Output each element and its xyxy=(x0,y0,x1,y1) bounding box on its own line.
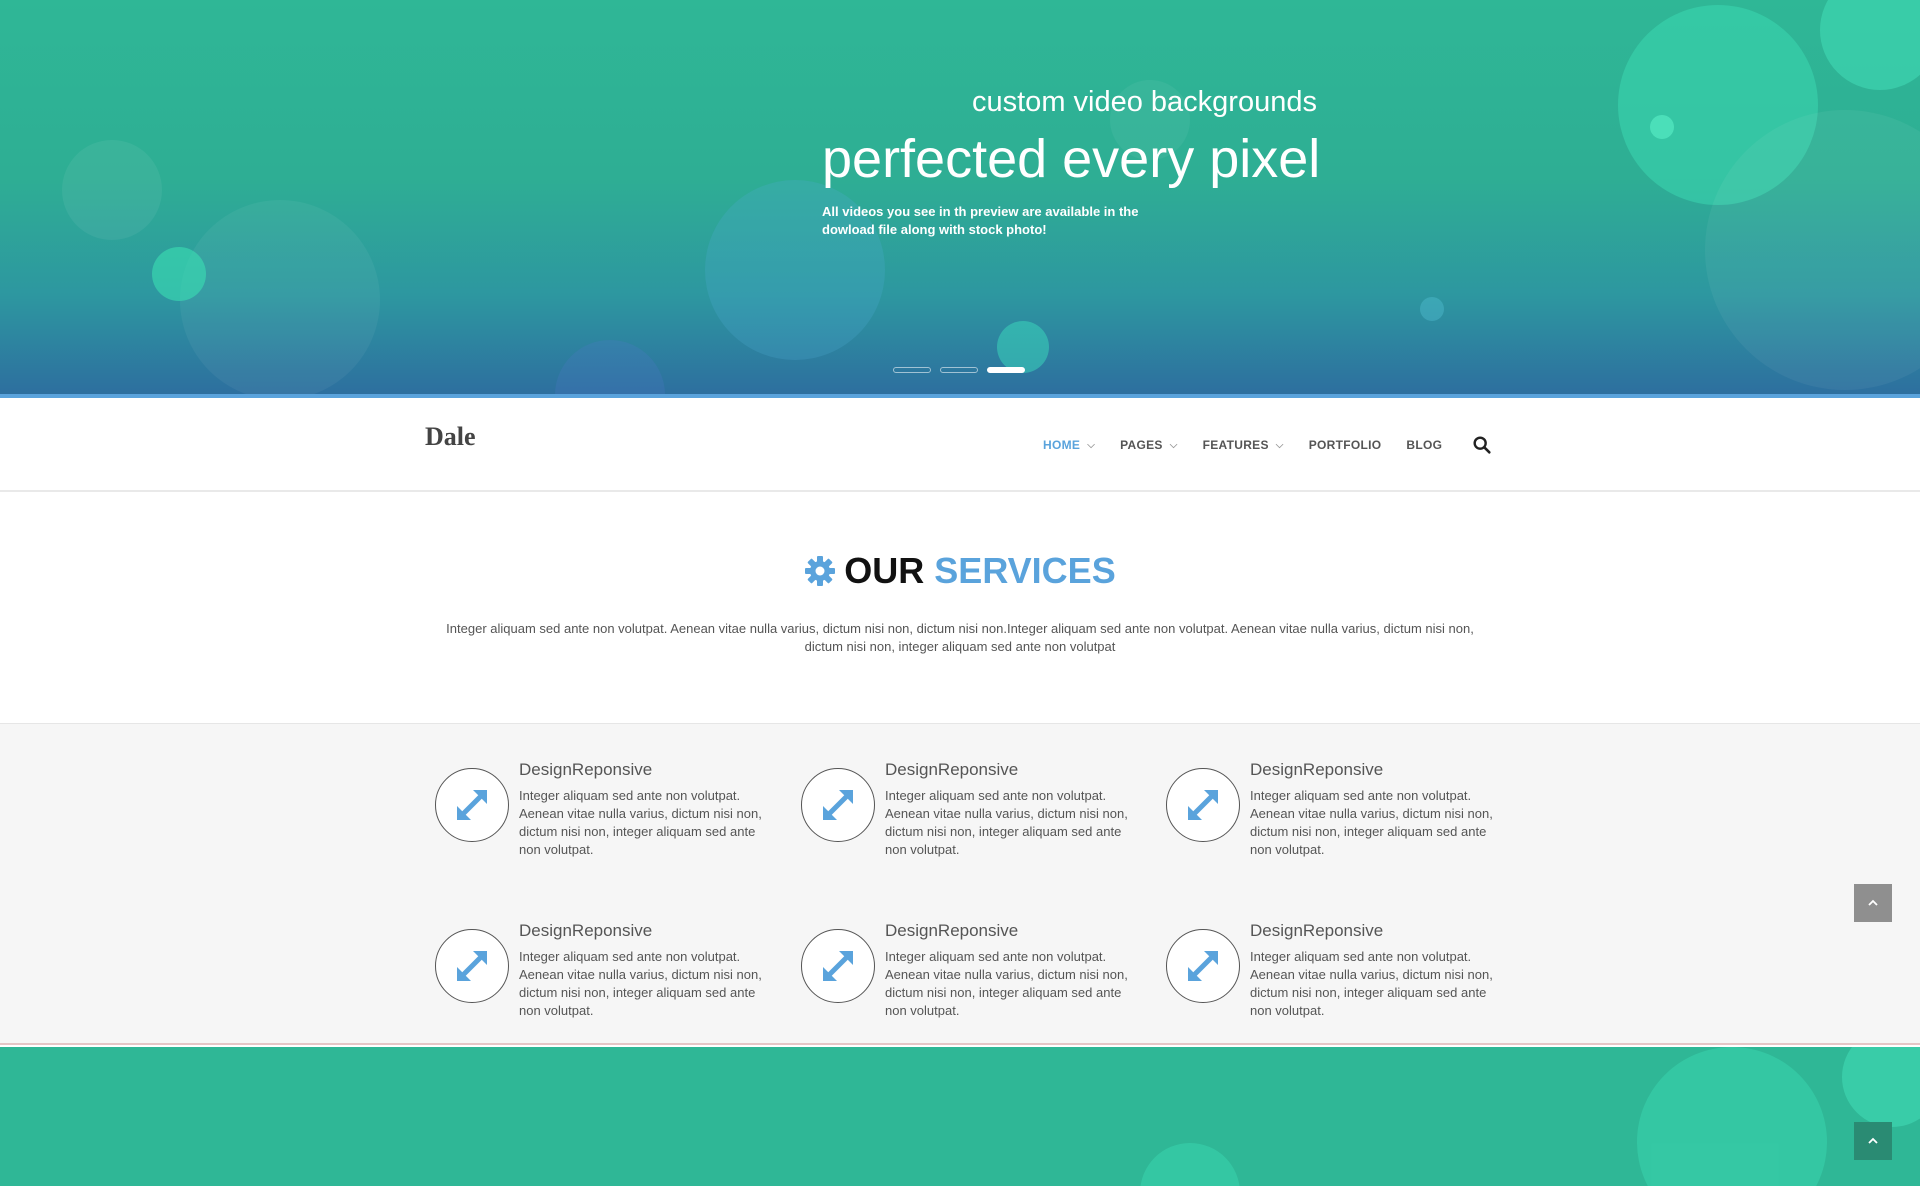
nav-item-label: PORTFOLIO xyxy=(1308,438,1382,452)
service-icon-circle[interactable] xyxy=(801,768,875,842)
service-text: Integer aliquam sed ante non volutpat. A… xyxy=(1250,788,1493,857)
scroll-to-top-button[interactable] xyxy=(1854,884,1892,922)
bokeh-circle xyxy=(1420,297,1444,321)
gear-icon xyxy=(805,556,836,586)
bokeh-circle xyxy=(1650,115,1674,139)
service-icon-circle[interactable] xyxy=(435,929,509,1003)
bokeh-circle xyxy=(180,200,380,394)
hero-subtitle: custom video backgrounds xyxy=(972,86,1317,118)
slider-dot-active[interactable] xyxy=(987,367,1025,373)
service-text: Integer aliquam sed ante non volutpat. A… xyxy=(519,949,762,1018)
slider-dot[interactable] xyxy=(940,367,978,373)
chevron-down-icon: ⌵ xyxy=(1087,439,1096,451)
hero-title: perfected every pixel xyxy=(822,129,1321,189)
expand-arrows-icon xyxy=(823,951,853,981)
bokeh-circle xyxy=(997,321,1049,373)
service-title: DesignReponsive xyxy=(1250,760,1384,779)
search-icon[interactable] xyxy=(1471,434,1493,456)
chevron-up-icon xyxy=(1868,899,1878,906)
slider-pagination xyxy=(893,367,1025,373)
main-nav: HOME ⌵ PAGES ⌵ FEATURES ⌵ PORTFOLIO BLOG xyxy=(1043,434,1493,456)
expand-arrows-icon xyxy=(1188,790,1218,820)
nav-item-label: HOME xyxy=(1043,438,1081,452)
service-icon-circle[interactable] xyxy=(1166,929,1240,1003)
nav-item-home[interactable]: HOME ⌵ xyxy=(1043,438,1095,452)
nav-item-pages[interactable]: PAGES ⌵ xyxy=(1120,438,1178,452)
expand-arrows-icon xyxy=(457,790,487,820)
expand-arrows-icon xyxy=(457,951,487,981)
bokeh-circle xyxy=(1637,1047,1827,1186)
chevron-down-icon: ⌵ xyxy=(1169,439,1178,451)
services-title: OUR SERVICES xyxy=(804,550,1116,592)
navbar xyxy=(0,398,1920,492)
services-header: OUR SERVICES xyxy=(0,550,1920,592)
bokeh-circle xyxy=(152,247,206,301)
service-title: DesignReponsive xyxy=(885,921,1019,940)
service-title: DesignReponsive xyxy=(1250,921,1384,940)
service-title: DesignReponsive xyxy=(885,760,1019,779)
hero-slider: custom video backgrounds perfected every… xyxy=(0,0,1920,394)
nav-item-blog[interactable]: BLOG xyxy=(1406,438,1442,452)
brand-logo[interactable]: Dale xyxy=(425,422,476,452)
service-text: Integer aliquam sed ante non volutpat. A… xyxy=(885,949,1128,1018)
nav-item-label: BLOG xyxy=(1406,438,1443,452)
bokeh-circle xyxy=(1842,1047,1920,1127)
service-text: Integer aliquam sed ante non volutpat. A… xyxy=(519,788,762,857)
bokeh-circle xyxy=(1820,0,1920,90)
service-text: Integer aliquam sed ante non volutpat. A… xyxy=(885,788,1128,857)
service-title: DesignReponsive xyxy=(519,760,653,779)
bokeh-circle xyxy=(1140,1143,1240,1186)
service-icon-circle[interactable] xyxy=(801,929,875,1003)
service-icon-circle[interactable] xyxy=(435,768,509,842)
nav-item-label: FEATURES xyxy=(1202,438,1269,452)
services-intro: Integer aliquam sed ante non volutpat. A… xyxy=(446,621,1474,654)
chevron-down-icon: ⌵ xyxy=(1275,439,1284,451)
service-text: Integer aliquam sed ante non volutpat. A… xyxy=(1250,949,1493,1018)
expand-arrows-icon xyxy=(1188,951,1218,981)
services-title-part1: OUR xyxy=(844,550,925,591)
nav-item-features[interactable]: FEATURES ⌵ xyxy=(1203,438,1284,452)
service-icon-circle[interactable] xyxy=(1166,768,1240,842)
parallax-section xyxy=(0,1047,1920,1186)
services-title-part2: SERVICES xyxy=(934,550,1116,591)
bokeh-circle xyxy=(62,140,162,240)
services-grid: DesignReponsive Integer aliquam sed ante… xyxy=(0,723,1920,1045)
bokeh-circle xyxy=(555,340,665,394)
chevron-up-icon xyxy=(1868,1137,1878,1144)
service-title: DesignReponsive xyxy=(519,921,653,940)
nav-item-portfolio[interactable]: PORTFOLIO xyxy=(1309,438,1382,452)
slider-dot[interactable] xyxy=(893,367,931,373)
expand-arrows-icon xyxy=(823,790,853,820)
nav-item-label: PAGES xyxy=(1120,438,1163,452)
scroll-to-top-button[interactable] xyxy=(1854,1122,1892,1160)
hero-description: All videos you see in th preview are ava… xyxy=(822,204,1139,237)
